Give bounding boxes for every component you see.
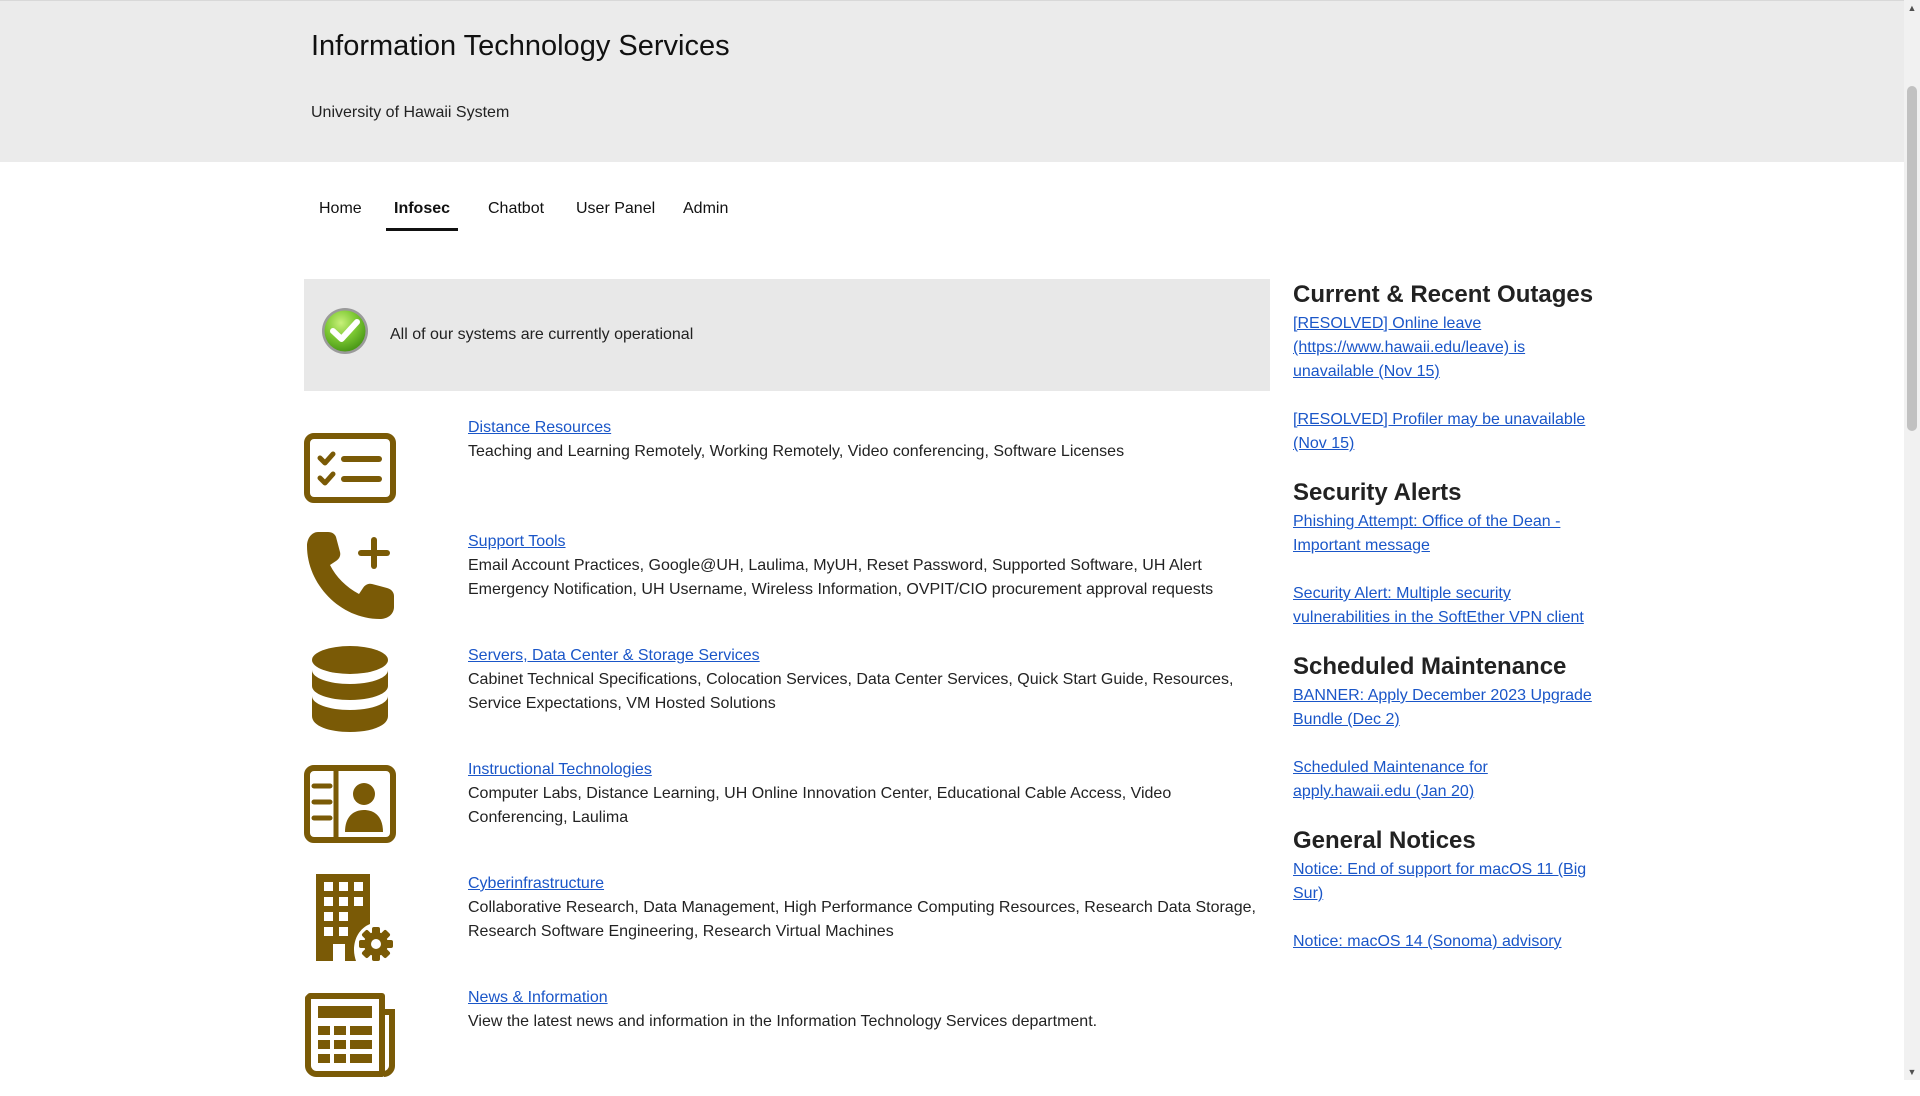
checklist-icon	[304, 433, 396, 503]
service-instructional-technologies: Instructional Technologies Computer Labs…	[304, 758, 1270, 868]
database-icon	[312, 646, 388, 732]
maintenance-link[interactable]: BANNER: Apply December 2023 Upgrade Bund…	[1293, 684, 1593, 732]
page-scrollbar[interactable]: ▲ ▼	[1904, 0, 1920, 1080]
security-alert-link[interactable]: Phishing Attempt: Office of the Dean - I…	[1293, 510, 1593, 558]
scheduled-maintenance-heading: Scheduled Maintenance	[1293, 653, 1567, 680]
maintenance-link[interactable]: Scheduled Maintenance for apply.hawaii.e…	[1293, 756, 1593, 804]
site-title: Information Technology Services	[311, 30, 730, 62]
scrollbar-thumb[interactable]	[1907, 86, 1917, 431]
status-message: All of our systems are currently operati…	[390, 326, 694, 343]
notice-link[interactable]: Notice: macOS 14 (Sonoma) advisory	[1293, 930, 1593, 954]
service-link-instructional-technologies[interactable]: Instructional Technologies	[468, 758, 652, 782]
system-status-banner: All of our systems are currently operati…	[304, 279, 1270, 391]
service-link-news-information[interactable]: News & Information	[468, 986, 608, 1010]
site-subtitle: University of Hawaii System	[311, 104, 510, 121]
service-description: Teaching and Learning Remotely, Working …	[468, 443, 1125, 460]
service-servers-data-center: Servers, Data Center & Storage Services …	[304, 644, 1270, 754]
scroll-up-arrow-icon[interactable]: ▲	[1904, 0, 1920, 16]
check-circle-icon	[322, 308, 368, 354]
service-description: Cabinet Technical Specifications, Coloca…	[468, 671, 1234, 712]
outage-link[interactable]: [RESOLVED] Profiler may be unavailable (…	[1293, 408, 1593, 456]
id-card-icon	[304, 765, 396, 843]
nav-admin[interactable]: Admin	[675, 188, 736, 230]
nav-user-panel[interactable]: User Panel	[568, 188, 663, 230]
service-support-tools: Support Tools Email Account Practices, G…	[304, 530, 1270, 640]
outage-link[interactable]: [RESOLVED] Online leave (https://www.haw…	[1293, 312, 1593, 384]
general-notices-heading: General Notices	[1293, 827, 1476, 854]
service-cyberinfrastructure: Cyberinfrastructure Collaborative Resear…	[304, 872, 1270, 982]
service-link-servers[interactable]: Servers, Data Center & Storage Services	[468, 644, 760, 668]
nav-home[interactable]: Home	[311, 188, 370, 230]
security-alert-link[interactable]: Security Alert: Multiple security vulner…	[1293, 582, 1593, 630]
service-description: Computer Labs, Distance Learning, UH Onl…	[468, 785, 1172, 826]
service-distance-resources: Distance Resources Teaching and Learning…	[304, 416, 1270, 526]
service-description: Email Account Practices, Google@UH, Laul…	[468, 557, 1214, 598]
nav-infosec[interactable]: Infosec	[386, 188, 459, 231]
notices-sidebar: Current & Recent Outages [RESOLVED] Onli…	[1293, 278, 1603, 954]
scroll-down-arrow-icon[interactable]: ▼	[1904, 1064, 1920, 1080]
nav-chatbot[interactable]: Chatbot	[480, 188, 552, 230]
service-link-cyberinfrastructure[interactable]: Cyberinfrastructure	[468, 872, 604, 896]
newspaper-icon	[305, 993, 395, 1077]
service-description: Collaborative Research, Data Management,…	[468, 899, 1256, 940]
service-link-support-tools[interactable]: Support Tools	[468, 530, 566, 554]
building-gear-icon	[316, 874, 393, 961]
service-description: View the latest news and information in …	[468, 1013, 1098, 1030]
outages-heading: Current & Recent Outages	[1293, 281, 1594, 308]
phone-plus-icon	[307, 532, 394, 619]
service-link-distance-resources[interactable]: Distance Resources	[468, 416, 611, 440]
site-header: Information Technology Services Universi…	[0, 0, 1904, 162]
notice-link[interactable]: Notice: End of support for macOS 11 (Big…	[1293, 858, 1593, 906]
security-alerts-heading: Security Alerts	[1293, 479, 1462, 506]
